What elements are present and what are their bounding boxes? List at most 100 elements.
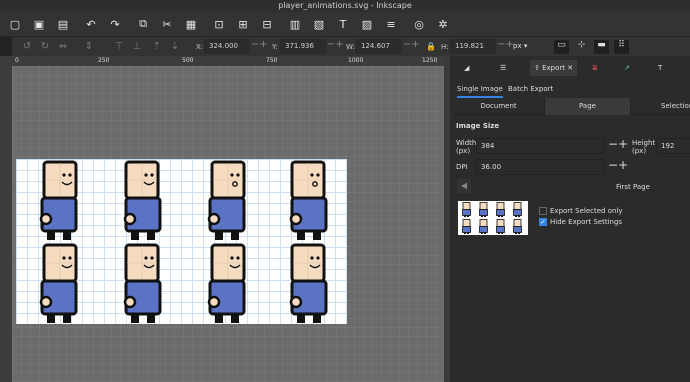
export-selected-only-label: Export Selected only [550,207,623,215]
bottom-icon[interactable]: ⇣ [168,40,182,54]
area-document[interactable]: Document [453,98,545,115]
x-field[interactable]: 324.000 [204,39,250,54]
dpi-field[interactable]: 36.00 [476,159,604,175]
ungroup-icon[interactable]: ▧ [310,15,328,33]
character-sprite[interactable] [206,160,248,240]
group-icon[interactable]: ▥ [286,15,304,33]
flip-vertical-icon[interactable]: ⇕ [82,40,96,54]
width-label: Width (px) [456,139,477,155]
tab-export-label: Export [542,64,566,72]
unit-select[interactable]: px ▾ [513,39,545,54]
align-icon[interactable]: ≡ [382,15,400,33]
raise-icon[interactable]: ⊤ [112,40,126,54]
lock-icon[interactable]: 🔒 [424,40,438,54]
character-sprite[interactable] [38,160,80,240]
thumbnail-sprite [479,202,488,217]
image-icon[interactable]: ▨ [358,15,376,33]
tab-batch-export[interactable]: Batch Export [508,82,553,96]
ruler-tick: 750 [266,57,278,64]
x-stepper[interactable]: −+ [251,39,268,50]
area-page[interactable]: Page [545,98,631,115]
export-mode-tabs: Single Image Batch Export [450,82,690,98]
width-field[interactable]: 384 [476,138,604,154]
rotate-ccw-icon[interactable]: ↺ [20,40,34,54]
dpi-label: DPI [456,163,468,171]
save-icon[interactable]: ▤ [54,15,72,33]
page-area[interactable] [16,159,347,324]
x-label: X: [196,43,204,51]
thumbnail-sprite [462,219,471,234]
h-field[interactable]: 119.821 [450,39,496,54]
vertical-ruler [0,56,12,382]
zoom-drawing-icon[interactable]: ⊞ [234,15,252,33]
export-tab-icon: ⇪ [534,64,540,72]
open-file-icon[interactable]: ▣ [30,15,48,33]
character-sprite[interactable] [206,243,248,323]
commands-toolbar: ▢ ▣ ▤ ↶ ↷ ⧉ ✂ ▦ ⊡ ⊞ ⊟ ▥ ▧ T ▨ ≡ ◎ ✲ [0,12,690,36]
canvas[interactable] [12,66,444,382]
snap-guides-icon[interactable]: ▬ [594,40,609,54]
dpi-stepper[interactable]: −+ [608,158,628,172]
text-tool-icon[interactable]: T [334,15,352,33]
width-stepper[interactable]: −+ [608,137,628,151]
chevron-down-icon: ▾ [523,42,528,50]
y-stepper[interactable]: −+ [327,39,344,50]
fill-stroke-tab-icon[interactable]: ◢ [464,60,469,76]
lower-icon[interactable]: ⊥ [130,40,144,54]
thumbnail-sprite [496,202,505,217]
top-icon[interactable]: ⇡ [150,40,164,54]
y-field[interactable]: 371.936 [280,39,326,54]
copy-icon[interactable]: ⧉ [134,15,152,33]
hide-export-settings-checkbox[interactable]: ✓ [539,218,547,226]
ruler-tick: 250 [98,57,110,64]
redo-icon[interactable]: ↷ [106,15,124,33]
snap-nodes-icon[interactable]: ⊹ [574,40,589,54]
height-field[interactable]: 192 [656,138,690,154]
horizontal-ruler: 0 250 500 750 1000 1250 [12,56,444,66]
tab-export[interactable]: ⇪ Export ✕ [530,60,578,76]
close-icon[interactable]: ✕ [567,64,573,72]
rotate-cw-icon[interactable]: ↻ [38,40,52,54]
character-sprite[interactable] [288,160,330,240]
thumbnail-sprite [462,202,471,217]
character-sprite[interactable] [38,243,80,323]
preferences-icon[interactable]: ✲ [434,15,452,33]
image-size-title: Image Size [456,122,500,130]
hide-export-settings-label: Hide Export Settings [550,218,623,226]
page-nav-label: First Page [616,183,650,191]
tab-single-image[interactable]: Single Image [457,82,503,98]
export-preview-thumbnail [458,201,528,235]
character-sprite[interactable] [122,160,164,240]
thumbnail-sprite [479,219,488,234]
export-dock: ◢ ☰ ⇪ Export ✕ ≣ ↗ T Single Image Batch … [450,56,690,382]
layers-tab-icon[interactable]: ☰ [500,60,506,76]
character-sprite[interactable] [122,243,164,323]
ruler-tick: 1000 [348,57,364,64]
ruler-tick: 0 [15,57,19,64]
zoom-selection-icon[interactable]: ⊡ [210,15,228,33]
snap-grid-icon[interactable]: ⠿ [614,40,629,54]
area-selection[interactable]: Selection [631,98,690,115]
transform-tab-icon[interactable]: ↗ [624,60,630,76]
snap-bbox-icon[interactable]: ▭ [554,40,569,54]
xml-editor-icon[interactable]: ◎ [410,15,428,33]
new-document-icon[interactable]: ▢ [6,15,24,33]
chevron-left-icon: ◀ [460,181,468,190]
h-stepper[interactable]: −+ [497,39,514,50]
paste-icon[interactable]: ▦ [182,15,200,33]
window-title: player_animations.svg - Inkscape [0,0,690,12]
objects-tab-icon[interactable]: ≣ [592,60,598,76]
text-tab-icon[interactable]: T [658,60,662,76]
w-stepper[interactable]: −+ [403,39,420,50]
cut-icon[interactable]: ✂ [158,15,176,33]
undo-icon[interactable]: ↶ [82,15,100,33]
zoom-page-icon[interactable]: ⊟ [258,15,276,33]
character-sprite[interactable] [288,243,330,323]
thumbnail-sprite [513,219,522,234]
export-area-selector: Document Page Selection [453,98,690,115]
export-selected-only-checkbox[interactable] [539,207,547,215]
tool-controls-bar: ↺ ↻ ⇔ ⇕ ⊤ ⊥ ⇡ ⇣ X: 324.000 −+ Y: 371.936… [0,36,690,57]
w-field[interactable]: 124.607 [356,39,402,54]
prev-page-button[interactable]: ◀ [457,179,471,193]
flip-horizontal-icon[interactable]: ⇔ [56,40,70,54]
